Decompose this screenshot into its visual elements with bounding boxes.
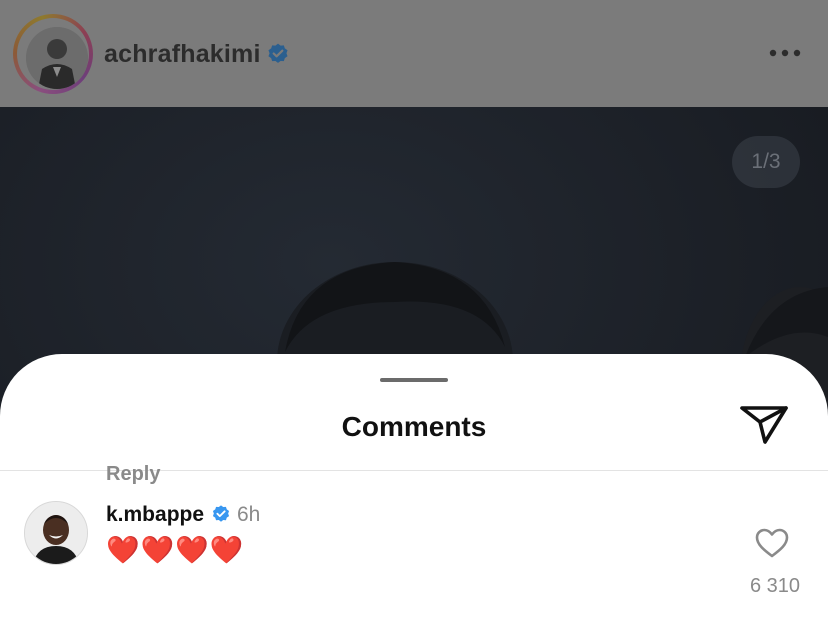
heart-outline-icon[interactable] [754, 527, 790, 559]
story-ring-gap [17, 18, 89, 90]
like-count: 6 310 [749, 575, 800, 597]
verified-badge-icon [268, 43, 288, 63]
avatar-photo [26, 27, 88, 89]
story-ring[interactable] [13, 14, 93, 94]
avatar[interactable] [26, 27, 88, 89]
send-icon[interactable] [738, 404, 790, 446]
comment-username[interactable]: k.mbappe [106, 502, 204, 528]
comment-avatar[interactable] [24, 501, 88, 565]
post-username[interactable]: achrafhakimi [104, 38, 261, 70]
sheet-title: Comments [341, 411, 487, 442]
more-dots-icon[interactable] [768, 42, 802, 64]
comment-avatar-photo [25, 502, 87, 564]
drag-handle[interactable] [380, 378, 448, 382]
comment-item: k.mbappe 6h ❤️❤️❤️❤️ [0, 471, 828, 629]
comments-sheet: Comments k.mbappe 6h ❤️❤️❤️❤️ [0, 354, 828, 629]
page-indicator: 1/3 [732, 136, 800, 188]
reply-button[interactable]: Reply [106, 461, 160, 487]
verified-badge-icon [212, 505, 230, 522]
comment-text: ❤️❤️❤️❤️ [106, 535, 245, 565]
post-header: achrafhakimi [0, 0, 828, 107]
comment-timestamp: 6h [237, 503, 261, 526]
